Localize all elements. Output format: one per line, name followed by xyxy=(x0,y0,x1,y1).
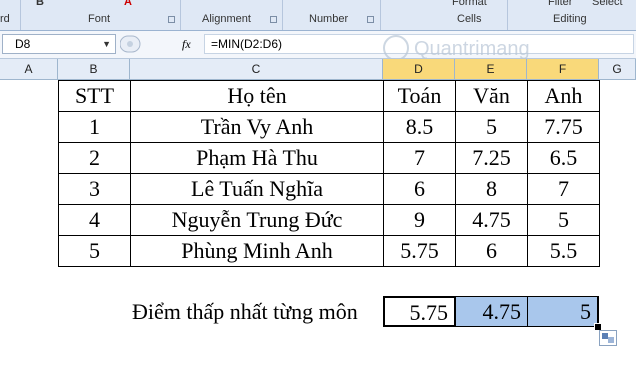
ribbon: rd B A Font Alignment Number Format Cell… xyxy=(0,0,636,31)
data-table: STT Họ tên Toán Văn Anh 1 Trần Vy Anh 8.… xyxy=(58,80,600,267)
min-row-label: Điểm thấp nhất từng môn xyxy=(132,299,358,324)
header-stt[interactable]: STT xyxy=(58,80,131,112)
formula-input[interactable]: =MIN(D2:D6) xyxy=(204,34,634,54)
formula-bar: D8 ▼ fx =MIN(D2:D6) xyxy=(0,31,636,59)
ribbon-group-number: Number xyxy=(309,13,349,25)
cell-anh[interactable]: 5.5 xyxy=(527,235,600,267)
min-cell-toan[interactable]: 5.75 xyxy=(383,296,456,327)
bold-icon[interactable]: B xyxy=(36,0,44,8)
table-row: 4 Nguyễn Trung Đức 9 4.75 5 xyxy=(58,204,600,236)
ribbon-separator xyxy=(282,0,283,30)
table-row: 2 Phạm Hà Thu 7 7.25 6.5 xyxy=(58,142,600,174)
alignment-dialog-launcher-icon[interactable] xyxy=(270,16,277,23)
ribbon-separator xyxy=(380,0,381,30)
cell-anh[interactable]: 6.5 xyxy=(527,142,600,174)
cell-stt[interactable]: 4 xyxy=(58,204,131,236)
format-button[interactable]: Format xyxy=(452,0,487,8)
ribbon-separator xyxy=(507,0,508,30)
ribbon-group-cells: Cells xyxy=(457,13,482,25)
cell-toan[interactable]: 6 xyxy=(383,173,456,205)
min-cell-anh[interactable]: 5 xyxy=(527,296,599,327)
column-header-d[interactable]: D xyxy=(383,59,455,79)
column-header-a[interactable]: A xyxy=(0,59,58,79)
table-row: 5 Phùng Minh Anh 5.75 6 5.5 xyxy=(58,235,600,267)
header-toan[interactable]: Toán xyxy=(383,80,456,112)
cell-toan[interactable]: 5.75 xyxy=(383,235,456,267)
min-cell-van[interactable]: 4.75 xyxy=(455,296,528,327)
table-row: 1 Trần Vy Anh 8.5 5 7.75 xyxy=(58,111,600,143)
cell-name[interactable]: Nguyễn Trung Đức xyxy=(130,204,384,236)
cell-name[interactable]: Lê Tuấn Nghĩa xyxy=(130,173,384,205)
header-van[interactable]: Văn xyxy=(455,80,528,112)
column-header-e[interactable]: E xyxy=(455,59,527,79)
cell-anh[interactable]: 7 xyxy=(527,173,600,205)
cell-van[interactable]: 7.25 xyxy=(455,142,528,174)
ribbon-group-editing: Editing xyxy=(553,13,587,25)
cell-anh[interactable]: 5 xyxy=(527,204,600,236)
cell-stt[interactable]: 3 xyxy=(58,173,131,205)
cell-van[interactable]: 5 xyxy=(455,111,528,143)
font-color-icon[interactable]: A xyxy=(124,0,132,8)
cell-toan[interactable]: 9 xyxy=(383,204,456,236)
fx-icon[interactable]: fx xyxy=(182,37,191,52)
column-header-g[interactable]: G xyxy=(599,59,636,79)
cell-stt[interactable]: 5 xyxy=(58,235,131,267)
header-anh[interactable]: Anh xyxy=(527,80,600,112)
cell-stt[interactable]: 2 xyxy=(58,142,131,174)
ribbon-group-font: Font xyxy=(88,13,111,25)
cell-name[interactable]: Phạm Hà Thu xyxy=(130,142,384,174)
cell-anh[interactable]: 7.75 xyxy=(527,111,600,143)
ribbon-separator xyxy=(180,0,181,30)
number-dialog-launcher-icon[interactable] xyxy=(367,16,374,23)
filter-button[interactable]: Filter xyxy=(548,0,572,8)
cell-van[interactable]: 8 xyxy=(455,173,528,205)
column-headers: A B C D E F G xyxy=(0,59,636,80)
header-ho-ten[interactable]: Họ tên xyxy=(130,80,384,112)
column-header-b[interactable]: B xyxy=(58,59,130,79)
cell-toan[interactable]: 8.5 xyxy=(383,111,456,143)
chevron-down-icon[interactable]: ▼ xyxy=(102,35,111,53)
font-dialog-launcher-icon[interactable] xyxy=(168,16,175,23)
column-header-c[interactable]: C xyxy=(130,59,383,79)
cell-name[interactable]: Trần Vy Anh xyxy=(130,111,384,143)
cell-name[interactable]: Phùng Minh Anh xyxy=(130,235,384,267)
ribbon-group-alignment: Alignment xyxy=(202,13,251,25)
worksheet-grid[interactable]: STT Họ tên Toán Văn Anh 1 Trần Vy Anh 8.… xyxy=(0,80,636,374)
ribbon-separator xyxy=(20,0,21,30)
auto-fill-options-icon[interactable] xyxy=(599,330,617,346)
cell-toan[interactable]: 7 xyxy=(383,142,456,174)
cell-van[interactable]: 6 xyxy=(455,235,528,267)
column-header-f[interactable]: F xyxy=(527,59,599,79)
name-box-value: D8 xyxy=(15,37,31,51)
select-button[interactable]: Select xyxy=(592,0,623,8)
cell-van[interactable]: 4.75 xyxy=(455,204,528,236)
table-row: 3 Lê Tuấn Nghĩa 6 8 7 xyxy=(58,173,600,205)
ribbon-cut-label: rd xyxy=(0,13,10,25)
table-header-row: STT Họ tên Toán Văn Anh xyxy=(58,80,600,112)
name-box[interactable]: D8 ▼ xyxy=(2,34,116,54)
cell-stt[interactable]: 1 xyxy=(58,111,131,143)
